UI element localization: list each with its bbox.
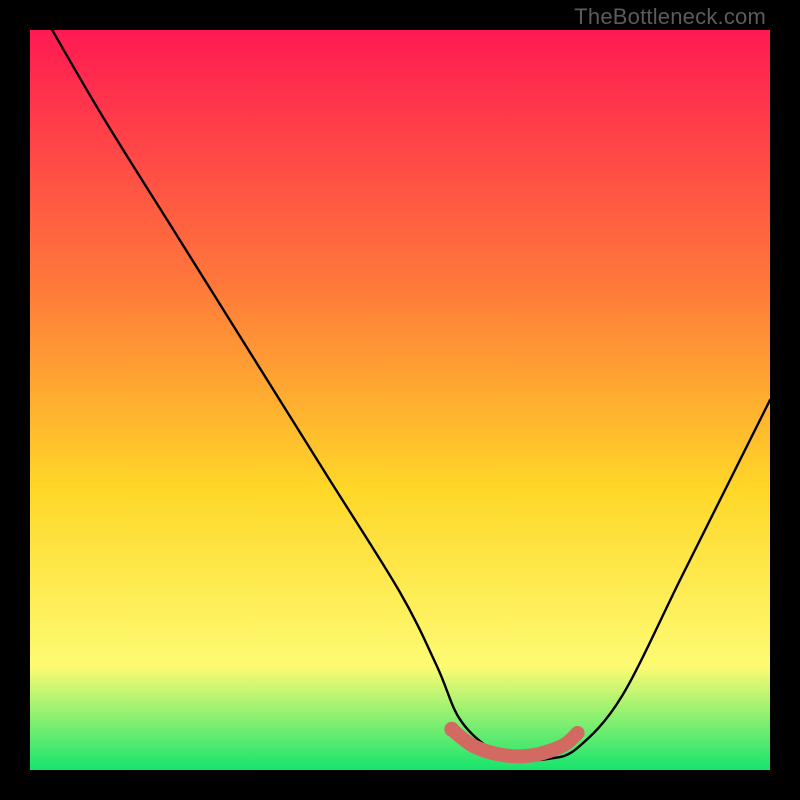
chart-stage: TheBottleneck.com [0, 0, 800, 800]
watermark-text: TheBottleneck.com [574, 4, 766, 30]
curve-layer [30, 30, 770, 770]
bottleneck-curve [52, 30, 770, 760]
plot-area [30, 30, 770, 770]
optimal-start-dot [444, 722, 459, 737]
